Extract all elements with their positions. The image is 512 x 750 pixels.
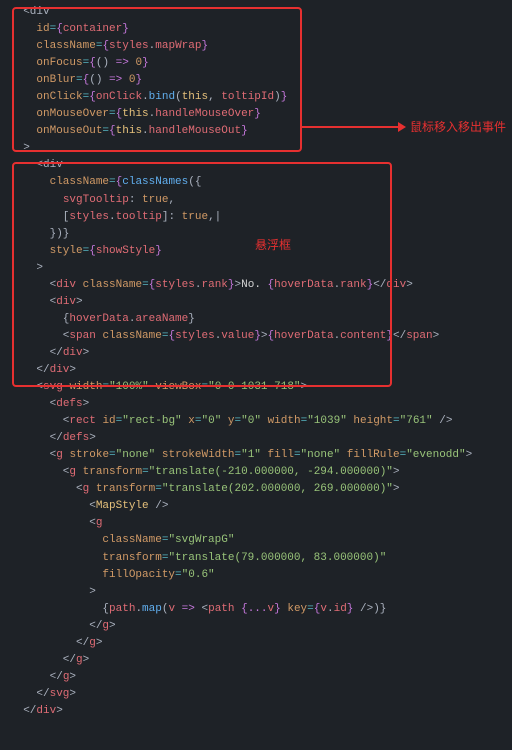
- code-line: onFocus={() => 0}: [10, 55, 512, 72]
- code-line: </defs>: [10, 430, 512, 447]
- code-line: className={classNames({: [10, 174, 512, 191]
- code-line: <rect id="rect-bg" x="0" y="0" width="10…: [10, 413, 512, 430]
- code-line: >: [10, 140, 512, 157]
- code-line: <div>: [10, 294, 512, 311]
- code-line: </g>: [10, 635, 512, 652]
- arrow-line: [302, 126, 400, 128]
- code-line: <defs>: [10, 396, 512, 413]
- code-line: >: [10, 584, 512, 601]
- code-line: </div>: [10, 362, 512, 379]
- code-line: <g transform="translate(202.000000, 269.…: [10, 481, 512, 498]
- code-line: svgTooltip: true,: [10, 192, 512, 209]
- code-line: className="svgWrapG": [10, 532, 512, 549]
- code-line: className={styles.mapWrap}: [10, 38, 512, 55]
- code-line: </g>: [10, 652, 512, 669]
- code-line: </div>: [10, 345, 512, 362]
- arrow-head-icon: [398, 122, 406, 132]
- code-line: <div className={styles.rank}>No. {hoverD…: [10, 277, 512, 294]
- code-line: </svg>: [10, 686, 512, 703]
- code-line: {hoverData.areaName}: [10, 311, 512, 328]
- code-line: </g>: [10, 618, 512, 635]
- code-editor: <div id={container} className={styles.ma…: [0, 4, 512, 720]
- code-line: {path.map(v => <path {...v} key={v.id} /…: [10, 601, 512, 618]
- code-line: <MapStyle />: [10, 498, 512, 515]
- code-line: >: [10, 260, 512, 277]
- code-line: </div>: [10, 703, 512, 720]
- code-line: id={container}: [10, 21, 512, 38]
- code-line: fillOpacity="0.6": [10, 567, 512, 584]
- code-line: <span className={styles.value}>{hoverDat…: [10, 328, 512, 345]
- code-line: <g transform="translate(-210.000000, -29…: [10, 464, 512, 481]
- code-line: <div: [10, 4, 512, 21]
- annotation-mouse-events: 鼠标移入移出事件: [410, 118, 506, 137]
- annotation-tooltip: 悬浮框: [255, 236, 291, 255]
- code-line: transform="translate(79.000000, 83.00000…: [10, 550, 512, 567]
- code-line: <g: [10, 515, 512, 532]
- code-line: [styles.tooltip]: true,|: [10, 209, 512, 226]
- code-line: onClick={onClick.bind(this, toltipId)}: [10, 89, 512, 106]
- code-line: <g stroke="none" strokeWidth="1" fill="n…: [10, 447, 512, 464]
- code-line: </g>: [10, 669, 512, 686]
- code-line: onBlur={() => 0}: [10, 72, 512, 89]
- code-line: <svg width="100%" viewBox="0 0 1031 718"…: [10, 379, 512, 396]
- code-line: <div: [10, 157, 512, 174]
